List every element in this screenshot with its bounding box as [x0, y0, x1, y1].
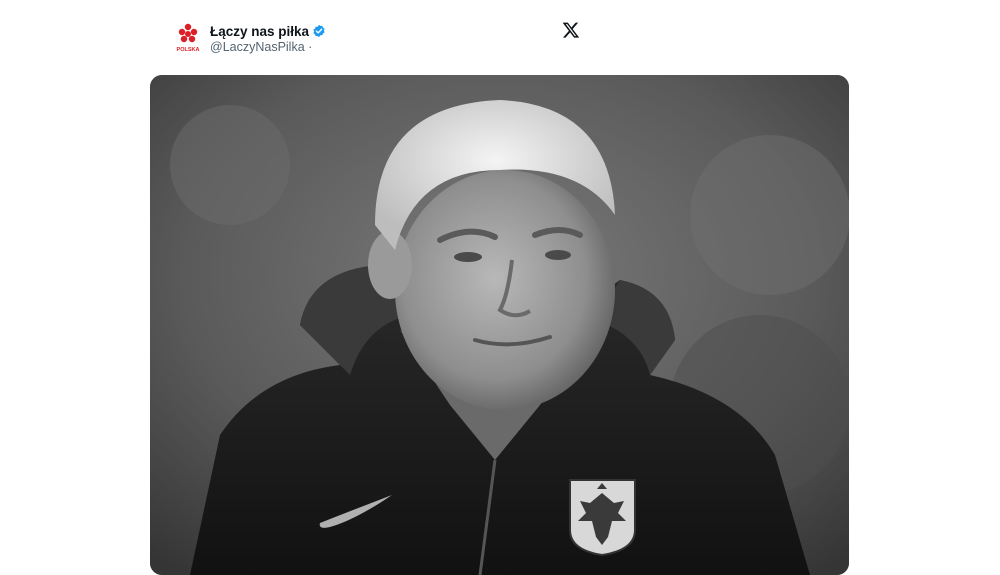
- tweet-header: POLSKA Łączy nas piłka @LaczyNasPilka ·: [150, 0, 849, 75]
- author-handle[interactable]: @LaczyNasPilka: [210, 40, 305, 54]
- author-handle-row: @LaczyNasPilka ·: [210, 40, 312, 54]
- author-name-row: Łączy nas piłka: [210, 22, 326, 40]
- verified-badge-icon: [312, 24, 326, 38]
- x-logo-icon[interactable]: [562, 21, 580, 39]
- avatar-text: POLSKA: [177, 47, 200, 53]
- tweet-embed: POLSKA Łączy nas piłka @LaczyNasPilka ·: [150, 0, 849, 575]
- author-display-name[interactable]: Łączy nas piłka: [210, 24, 309, 39]
- polish-eagle-crest-icon: [569, 479, 636, 557]
- handle-separator: ·: [308, 40, 313, 54]
- tweet-photo[interactable]: [150, 75, 849, 575]
- pzpn-logo-icon[interactable]: POLSKA: [175, 23, 201, 55]
